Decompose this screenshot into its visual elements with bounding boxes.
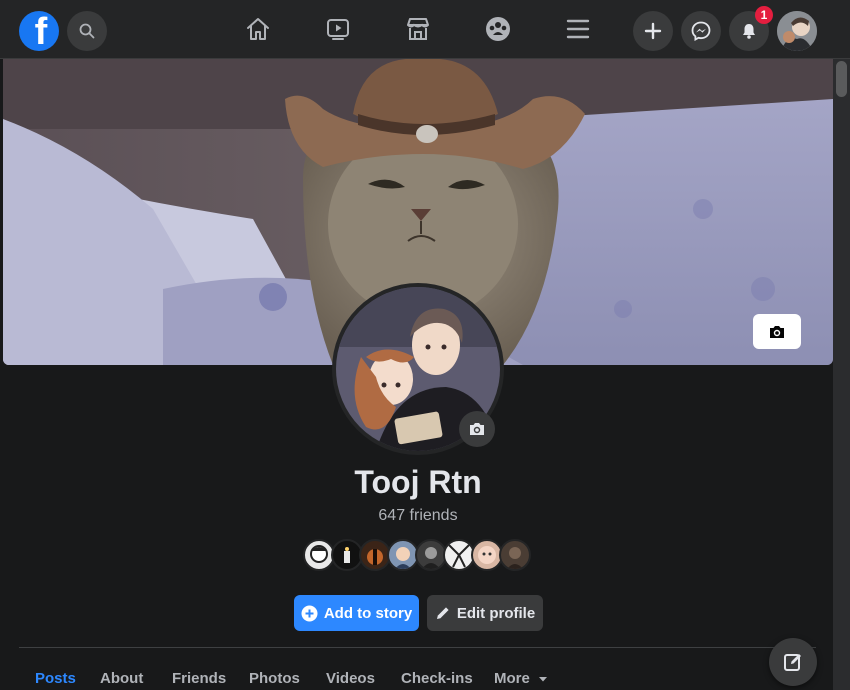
menu-icon (566, 19, 590, 39)
add-to-story-label: Add to story (323, 604, 413, 622)
nav-marketplace[interactable] (403, 14, 433, 44)
tab-photos[interactable]: Photos (249, 670, 300, 687)
account-avatar[interactable] (777, 11, 817, 51)
profile-name: Tooj Rtn (354, 464, 482, 500)
camera-icon (770, 325, 784, 338)
edit-profile-label: Edit profile (456, 604, 536, 622)
friend-avatars-row (303, 539, 543, 571)
tab-posts[interactable]: Posts (35, 670, 76, 687)
friend-avatar[interactable] (499, 539, 531, 571)
search-button[interactable] (67, 11, 107, 51)
caret-down-icon (539, 677, 548, 682)
groups-icon (486, 17, 510, 41)
nav-watch[interactable] (323, 14, 353, 44)
watch-icon (327, 19, 349, 40)
edit-cover-photo-button[interactable] (753, 314, 801, 349)
bell-icon (743, 24, 755, 39)
scrollbar-thumb[interactable] (836, 61, 847, 97)
edit-profile-button[interactable]: Edit profile (427, 595, 543, 631)
tab-friends[interactable]: Friends (172, 670, 226, 687)
create-button[interactable] (633, 11, 673, 51)
nav-groups[interactable] (483, 14, 513, 44)
tab-more-label: More (494, 670, 530, 687)
camera-icon (470, 423, 484, 435)
tab-check-ins[interactable]: Check-ins (401, 670, 473, 687)
facebook-logo[interactable]: f (19, 11, 59, 51)
home-icon (247, 18, 269, 40)
edit-profile-picture-button[interactable] (459, 411, 495, 447)
tab-more[interactable]: More (494, 670, 548, 687)
nav-home[interactable] (243, 14, 273, 44)
search-icon (79, 23, 95, 39)
logo-letter: f (34, 11, 48, 51)
friends-count[interactable]: 647 friends (0, 507, 836, 525)
nav-menu[interactable] (563, 14, 593, 44)
new-message-button[interactable] (769, 638, 817, 686)
tab-videos[interactable]: Videos (326, 670, 375, 687)
compose-icon (784, 654, 801, 671)
marketplace-icon (407, 18, 429, 40)
notification-badge: 1 (755, 6, 773, 24)
messenger-icon (691, 21, 711, 41)
section-divider (19, 647, 816, 648)
page-scrollbar[interactable] (833, 59, 850, 690)
top-navigation-bar: f 1 (0, 0, 850, 59)
messenger-button[interactable] (681, 11, 721, 51)
plus-circle-icon (301, 605, 318, 621)
pencil-icon (436, 607, 449, 619)
add-to-story-button[interactable]: Add to story (294, 595, 419, 631)
tab-about[interactable]: About (100, 670, 143, 687)
plus-icon (644, 22, 662, 40)
